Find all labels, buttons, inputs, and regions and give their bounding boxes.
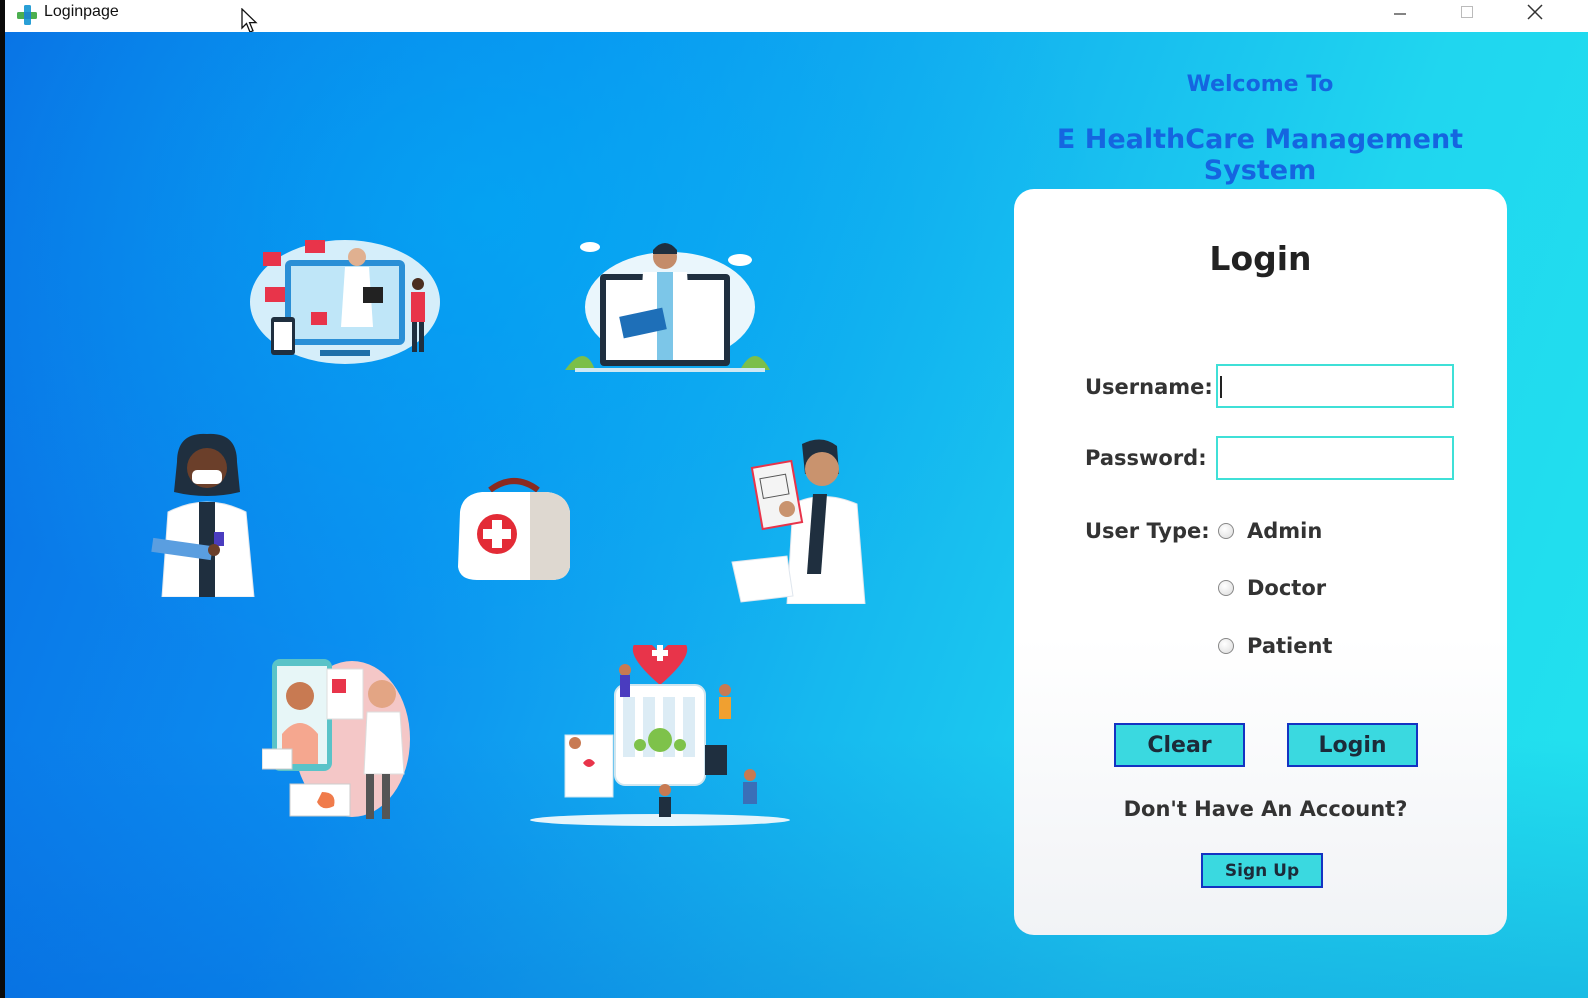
radio-button-icon[interactable] xyxy=(1218,523,1234,539)
minimize-button[interactable] xyxy=(1370,0,1430,24)
close-icon xyxy=(1527,4,1543,20)
radio-button-icon[interactable] xyxy=(1218,580,1234,596)
password-input[interactable] xyxy=(1216,436,1454,480)
radio-admin-label: Admin xyxy=(1247,519,1323,543)
login-button[interactable]: Login xyxy=(1287,723,1418,767)
window-title: Loginpage xyxy=(44,3,119,20)
username-label: Username: xyxy=(1085,375,1213,399)
radio-doctor-label: Doctor xyxy=(1247,576,1327,600)
password-label: Password: xyxy=(1085,446,1207,470)
user-type-label: User Type: xyxy=(1085,519,1210,543)
radio-button-icon[interactable] xyxy=(1218,638,1234,654)
radio-patient-label: Patient xyxy=(1247,634,1333,658)
main-content: Welcome To E HealthCare Management Syste… xyxy=(5,32,1588,998)
text-cursor xyxy=(1220,376,1222,398)
login-window: Loginpage Welcome To E HealthCare Manage… xyxy=(5,0,1588,998)
welcome-text: Welcome To xyxy=(1186,72,1334,97)
hospital-community-icon xyxy=(530,645,790,826)
app-icon xyxy=(17,5,37,25)
first-aid-bag-icon xyxy=(458,478,570,580)
doctor-laptop-consult-icon xyxy=(565,242,770,372)
maximize-icon xyxy=(1461,6,1473,18)
system-title: E HealthCare Management System xyxy=(1056,124,1464,186)
username-input[interactable] xyxy=(1216,364,1454,408)
telemedicine-doctor-screen-icon xyxy=(250,240,440,364)
doctor-with-clipboard-icon xyxy=(731,439,866,604)
doctor-with-mask-icon xyxy=(151,433,255,597)
mouse-pointer-icon xyxy=(241,8,258,33)
clear-button[interactable]: Clear xyxy=(1114,723,1245,767)
close-button[interactable] xyxy=(1505,0,1565,24)
patient-phone-consult-icon xyxy=(262,659,410,819)
maximize-button[interactable] xyxy=(1437,0,1497,24)
radio-doctor[interactable]: Doctor xyxy=(1218,576,1326,600)
radio-admin[interactable]: Admin xyxy=(1218,519,1322,543)
minimize-icon xyxy=(1394,13,1406,15)
login-title: Login xyxy=(1209,239,1312,278)
radio-patient[interactable]: Patient xyxy=(1218,634,1332,658)
no-account-text: Don't Have An Account? xyxy=(1123,797,1408,821)
signup-button[interactable]: Sign Up xyxy=(1201,853,1323,888)
login-card: Login Username: Password: User Type: Adm… xyxy=(1014,189,1507,935)
